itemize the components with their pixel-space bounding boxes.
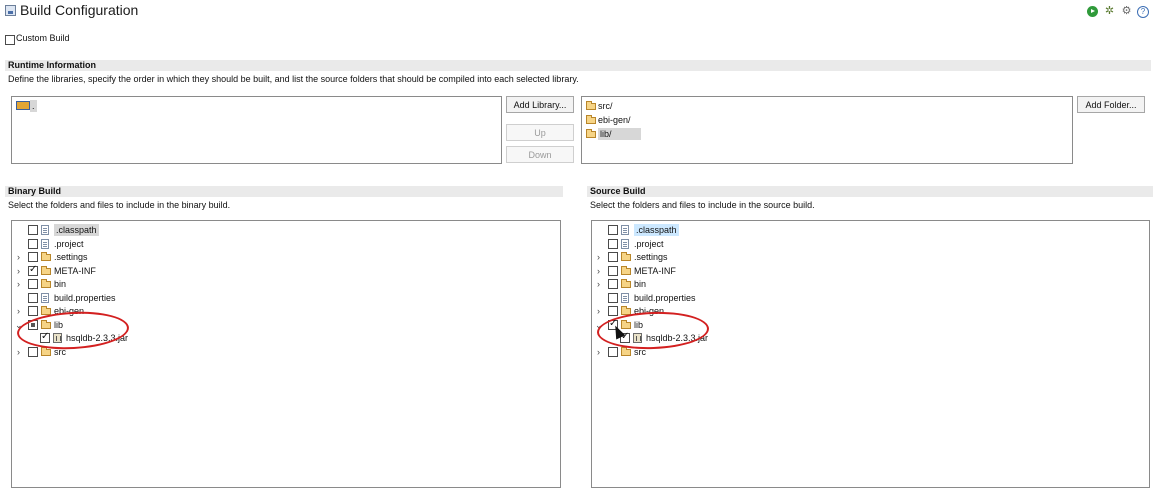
expand-arrow-icon[interactable]: › bbox=[595, 346, 602, 358]
runtime-description: Define the libraries, specify the order … bbox=[8, 74, 579, 84]
include-checkbox[interactable] bbox=[28, 346, 38, 357]
settings-icon[interactable]: ⚙ bbox=[1121, 6, 1132, 17]
tree-item-label: bin bbox=[634, 279, 647, 289]
runtime-section-heading: Runtime Information bbox=[5, 60, 1151, 71]
include-checkbox[interactable] bbox=[28, 292, 38, 303]
include-checkbox[interactable] bbox=[608, 346, 618, 357]
add-folder-button[interactable]: Add Folder... bbox=[1077, 96, 1145, 113]
expand-arrow-icon[interactable]: › bbox=[15, 305, 22, 317]
folder-label: lib/ bbox=[598, 128, 641, 140]
file-icon bbox=[41, 225, 49, 235]
include-checkbox[interactable] bbox=[28, 238, 38, 249]
tree-item[interactable]: › META-INF bbox=[595, 265, 895, 277]
include-checkbox[interactable] bbox=[608, 225, 618, 235]
folder-icon bbox=[41, 265, 51, 275]
libraries-list[interactable]: . bbox=[11, 96, 502, 164]
tree-item[interactable]: build.properties bbox=[595, 292, 895, 304]
include-checkbox[interactable] bbox=[28, 225, 38, 235]
run-icon[interactable] bbox=[1087, 6, 1098, 17]
tree-item[interactable]: .project bbox=[15, 238, 315, 250]
debug-icon[interactable]: ✲ bbox=[1104, 6, 1115, 17]
up-button[interactable]: Up bbox=[506, 124, 574, 141]
folder-icon bbox=[621, 265, 631, 275]
tree-item[interactable]: .project bbox=[595, 238, 895, 250]
tree-item-label: .project bbox=[54, 238, 84, 249]
down-button[interactable]: Down bbox=[506, 146, 574, 163]
source-build-tree[interactable]: .classpath .project › .settings › META-INF › bi… bbox=[591, 220, 1150, 488]
tree-item[interactable]: › META-INF bbox=[15, 264, 315, 277]
tree-item[interactable]: › .settings bbox=[595, 251, 895, 263]
include-checkbox[interactable] bbox=[28, 264, 38, 276]
custom-build-checkbox[interactable] bbox=[5, 35, 15, 45]
tree-item[interactable]: build.properties bbox=[15, 292, 315, 304]
file-icon bbox=[41, 238, 49, 249]
folder-icon bbox=[586, 129, 596, 138]
expand-arrow-icon[interactable]: › bbox=[595, 278, 602, 290]
expand-arrow-icon[interactable]: › bbox=[595, 265, 602, 277]
library-label: . bbox=[30, 100, 37, 112]
expand-arrow-icon[interactable]: › bbox=[595, 251, 602, 263]
include-checkbox[interactable] bbox=[608, 279, 618, 289]
folder-icon bbox=[621, 346, 631, 356]
tree-item-label: .classpath bbox=[54, 224, 99, 236]
tree-item[interactable]: .classpath bbox=[595, 224, 895, 236]
include-checkbox[interactable] bbox=[608, 292, 618, 303]
tree-item[interactable]: › bin bbox=[15, 278, 315, 290]
folder-icon bbox=[621, 252, 631, 261]
tree-item-label: META-INF bbox=[54, 265, 96, 276]
tree-item-label: .settings bbox=[54, 252, 88, 262]
folder-label: src/ bbox=[598, 101, 613, 111]
tree-item-label: META-INF bbox=[634, 265, 676, 276]
folder-icon bbox=[41, 346, 51, 356]
source-folders-list[interactable]: src/ ebi-gen/ lib/ bbox=[581, 96, 1073, 164]
binary-build-heading: Binary Build bbox=[5, 186, 563, 197]
expand-arrow-icon[interactable]: › bbox=[15, 265, 22, 277]
folder-label: ebi-gen/ bbox=[598, 115, 631, 125]
expand-arrow-icon[interactable]: › bbox=[15, 278, 22, 290]
expand-arrow-icon[interactable]: › bbox=[595, 305, 602, 317]
tree-item-label: build.properties bbox=[54, 292, 116, 303]
help-icon[interactable]: ? bbox=[1137, 6, 1149, 18]
tree-item-label: .project bbox=[634, 238, 664, 249]
folder-icon bbox=[586, 115, 596, 124]
folder-icon bbox=[621, 279, 631, 288]
include-checkbox[interactable] bbox=[28, 252, 38, 262]
expand-arrow-icon[interactable]: › bbox=[15, 346, 22, 358]
include-checkbox[interactable] bbox=[28, 279, 38, 289]
source-build-heading: Source Build bbox=[587, 186, 1153, 197]
binary-build-description: Select the folders and files to include … bbox=[8, 200, 231, 210]
binary-build-tree[interactable]: .classpath .project › .settings › META-INF › bi… bbox=[11, 220, 561, 488]
custom-build-label: Custom Build bbox=[16, 33, 70, 43]
expand-arrow-icon[interactable]: › bbox=[15, 251, 22, 263]
include-checkbox[interactable] bbox=[28, 306, 38, 316]
include-checkbox[interactable] bbox=[608, 252, 618, 262]
source-build-description: Select the folders and files to include … bbox=[590, 200, 815, 210]
page-title: Build Configuration bbox=[20, 2, 139, 18]
tree-item[interactable]: › bin bbox=[595, 278, 895, 290]
library-icon bbox=[16, 101, 30, 110]
build-config-icon bbox=[5, 5, 16, 16]
tree-item-label: bin bbox=[54, 279, 67, 289]
folder-icon bbox=[41, 252, 51, 261]
include-checkbox[interactable] bbox=[608, 306, 618, 316]
include-checkbox[interactable] bbox=[608, 265, 618, 276]
add-library-button[interactable]: Add Library... bbox=[506, 96, 574, 113]
tree-item-label: build.properties bbox=[634, 292, 696, 303]
file-icon bbox=[621, 292, 629, 303]
tree-item[interactable]: › .settings bbox=[15, 251, 315, 263]
file-icon bbox=[621, 238, 629, 249]
tree-item[interactable]: .classpath bbox=[15, 224, 315, 236]
folder-icon bbox=[41, 279, 51, 288]
folder-icon bbox=[586, 101, 596, 110]
include-checkbox[interactable] bbox=[608, 238, 618, 249]
tree-item-label: .classpath bbox=[634, 224, 679, 236]
tree-item-label: .settings bbox=[634, 252, 668, 262]
file-icon bbox=[41, 292, 49, 303]
file-icon bbox=[621, 225, 629, 235]
